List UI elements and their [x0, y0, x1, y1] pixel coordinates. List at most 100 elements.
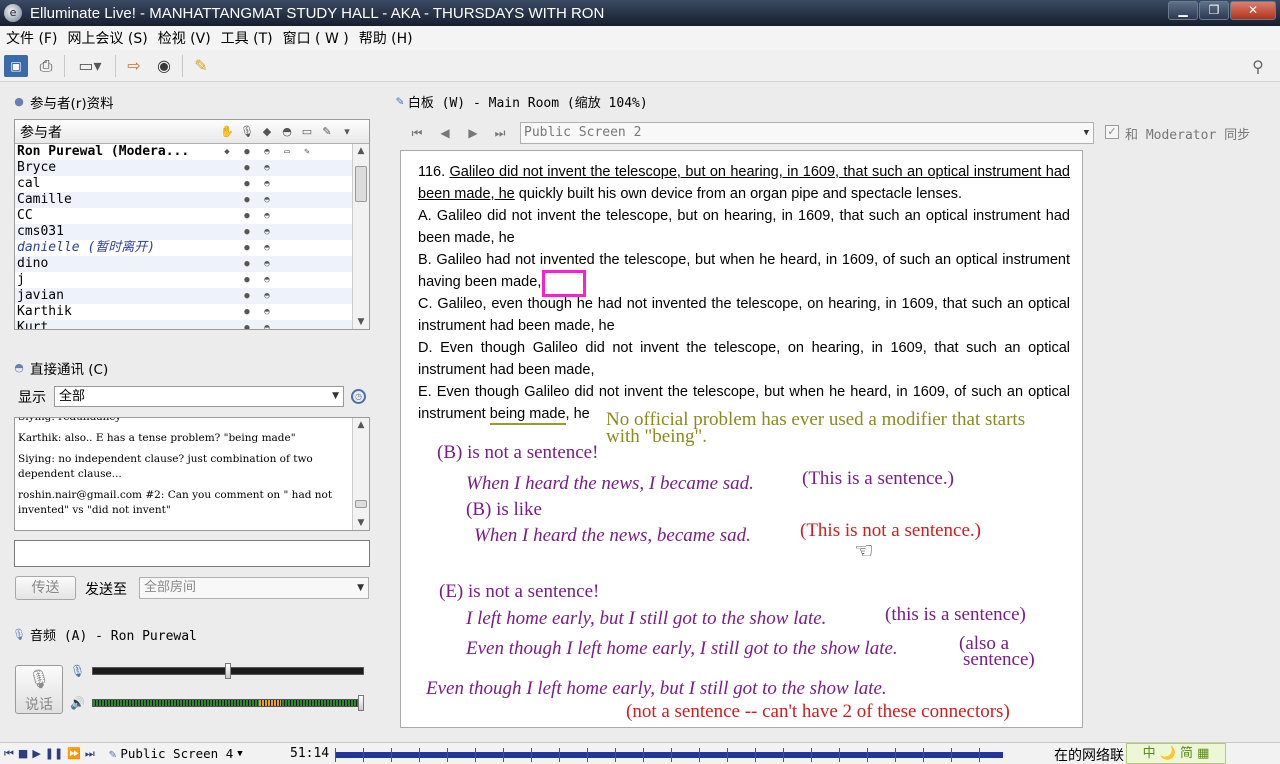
send-to-select[interactable]: 全部房间 ▼ [139, 577, 369, 599]
note-b-not-sentence: (B) is not a sentence! [437, 442, 599, 463]
menu-help[interactable]: 帮助 (H) [359, 28, 413, 48]
scroll-down-icon[interactable]: ▼ [353, 518, 369, 528]
menu-file[interactable]: 文件 (F) [6, 28, 57, 48]
bottom-screen-select[interactable]: ✎ Public Screen 4 ▼ [109, 746, 243, 761]
screen-select[interactable]: Public Screen 2 ▼ [520, 122, 1094, 144]
minimize-button[interactable]: ▁ [1168, 1, 1198, 20]
print-icon[interactable]: ⎙ [34, 55, 58, 77]
participant-row[interactable]: Kurt ● ◓ [15, 320, 369, 330]
note-example-3-tag: (this is a sentence) [885, 604, 1026, 625]
speaker-icon: 🔊 [70, 696, 85, 710]
audio-status-icon: ● [244, 163, 250, 173]
timeline-tick [419, 748, 420, 762]
participants-list[interactable]: 参与者 ✋ 🎙 ◆ ◓ ▭ ✎ ▾ Ron Purewal (Modera...… [14, 119, 370, 330]
column-menu-icon[interactable]: ▾ [337, 125, 357, 138]
menu-view[interactable]: 检视 (V) [158, 28, 211, 48]
speech-bubble-icon[interactable]: ◓ [277, 125, 297, 138]
menu-session[interactable]: 网上会议 (S) [67, 28, 147, 48]
notes-icon[interactable]: ✎ [189, 55, 213, 77]
audio-microphone-icon: 🎙 [12, 627, 26, 641]
previous-screen-icon[interactable]: ◀ [437, 126, 453, 140]
scroll-thumb[interactable] [355, 500, 367, 508]
participant-row[interactable]: j ● ◓ [15, 272, 369, 288]
choice-a: A. Galileo did not invent the telescope,… [418, 208, 1070, 246]
hand-raise-icon[interactable]: ✋ [217, 125, 237, 138]
chat-message-input[interactable] [14, 540, 370, 567]
pause-icon[interactable]: ❚❚ [45, 747, 63, 760]
recording-timeline[interactable] [335, 748, 1003, 762]
save-icon[interactable]: ▣ [4, 54, 28, 77]
send-button[interactable]: 传送 [15, 576, 76, 600]
audio-status-icon: ● [244, 323, 250, 330]
whiteboard-status-icon: ✎ [304, 147, 310, 157]
audio-status-icon: ● [244, 259, 250, 269]
chat-status-icon: ◓ [264, 275, 270, 285]
fast-forward-icon[interactable]: ⏩ [67, 747, 81, 760]
participant-name: Ron Purewal (Modera... [17, 144, 190, 159]
first-screen-icon[interactable]: ⏮ [409, 126, 425, 141]
talk-microphone-icon: 🎙 [27, 669, 51, 690]
scroll-thumb[interactable] [355, 166, 367, 202]
microphone-icon[interactable]: 🎙 [237, 125, 257, 138]
chat-show-label: 显示 [18, 390, 46, 406]
participant-row[interactable]: dino ● ◓ [15, 256, 369, 272]
input-method-bar[interactable]: 中 🌙 简 ▦ [1126, 743, 1226, 764]
microphone-volume-slider[interactable] [92, 663, 364, 679]
chat-filter-select[interactable]: 全部 ▼ [54, 386, 344, 407]
scroll-up-icon[interactable]: ▲ [353, 420, 369, 430]
participant-row[interactable]: cms031 ● ◓ [15, 224, 369, 240]
chat-message: roshin.nair@gmail.com #2: Can you commen… [18, 489, 333, 516]
app-share-icon[interactable]: ⇨ [122, 55, 146, 77]
last-screen-icon[interactable]: ⏭ [492, 126, 508, 141]
whiteboard-header: ✎ 白板 (W) - Main Room (缩放 104%) [396, 92, 648, 111]
context-help-icon[interactable]: ⚲ [1246, 55, 1270, 77]
participants-scrollbar[interactable]: ▲ ▼ [352, 144, 369, 329]
scroll-down-icon[interactable]: ▼ [353, 317, 369, 327]
slider-handle[interactable] [358, 695, 364, 711]
participant-name: cms031 [17, 224, 64, 239]
play-icon[interactable]: ▶ [32, 747, 40, 760]
timestamp-clock-icon[interactable]: ◷ [351, 389, 366, 404]
participant-row[interactable]: Karthik ● ◓ [15, 304, 369, 320]
pencil-icon[interactable]: ✎ [317, 125, 337, 138]
close-button[interactable]: ✕ [1230, 1, 1276, 20]
stop-icon[interactable]: ■ [18, 747, 28, 760]
timeline-tick [587, 748, 588, 762]
participant-row[interactable]: javian ● ◓ [15, 288, 369, 304]
note-official-line2: with "being". [606, 426, 708, 447]
participant-row[interactable]: Bryce ● ◓ [15, 160, 369, 176]
talk-button[interactable]: 🎙 说话 [15, 665, 63, 714]
chevron-down-icon: ▼ [332, 391, 339, 401]
participants-header: ● 参与者(r)资料 [12, 92, 113, 112]
layout-icon[interactable]: ▭▾ [71, 55, 109, 77]
skip-end-icon[interactable]: ⏭ [85, 747, 95, 761]
timeline-tick [867, 748, 868, 762]
screen-icon[interactable]: ▭ [297, 125, 317, 138]
menu-window[interactable]: 窗口 ( W ) [283, 28, 349, 48]
participant-row[interactable]: cal ● ◓ [15, 176, 369, 192]
whiteboard-canvas[interactable]: 116. Galileo did not invent the telescop… [400, 150, 1083, 728]
chat-scrollbar[interactable]: ▲ ▼ [352, 418, 369, 530]
note-e-not-sentence: (E) is not a sentence! [439, 581, 600, 602]
slider-handle[interactable] [225, 663, 231, 679]
timeline-tick [615, 748, 616, 762]
note-example-5-tag: (not a sentence -- can't have 2 of these… [626, 701, 1010, 722]
scroll-up-icon[interactable]: ▲ [353, 146, 369, 156]
question-stem: 116. Galileo did not invent the telescop… [418, 161, 1070, 205]
participant-row[interactable]: Camille ● ◓ [15, 192, 369, 208]
sync-checkbox[interactable]: ✓ [1105, 125, 1119, 139]
rewind-start-icon[interactable]: ⏮ [4, 747, 14, 761]
participant-row[interactable]: CC ● ◓ [15, 208, 369, 224]
next-screen-icon[interactable]: ▶ [465, 126, 481, 140]
maximize-button[interactable]: ❐ [1199, 1, 1229, 20]
chevron-down-icon: ▼ [1083, 128, 1089, 138]
webcam-icon[interactable]: ◉ [152, 55, 176, 77]
speaker-volume-slider[interactable] [92, 695, 364, 711]
timeline-tick [783, 748, 784, 762]
timeline-tick [335, 748, 336, 762]
menu-tools[interactable]: 工具 (T) [221, 28, 273, 48]
participant-row[interactable]: Ron Purewal (Modera... ◆ ● ◓ ▭ ✎ [15, 144, 369, 160]
participant-row[interactable]: danielle (暂时离开) ● ◓ [15, 240, 369, 256]
chat-permission-icon[interactable]: ◆ [257, 125, 277, 138]
chat-transcript[interactable]: Siying: redundancy Karthik: also.. E has… [14, 417, 370, 531]
